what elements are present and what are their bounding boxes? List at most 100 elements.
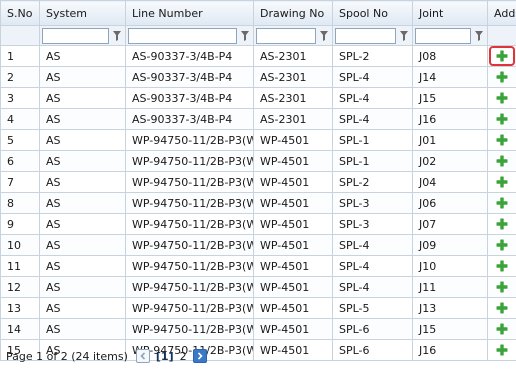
table-row[interactable]: 7ASWP-94750-11/2B-P3(WP)WP-4501SPL-2J04 <box>0 171 516 193</box>
cell-sno: 1 <box>0 45 40 67</box>
column-header-system[interactable]: System <box>39 0 126 26</box>
cell-drawing-no: AS-2301 <box>253 108 333 130</box>
column-header-joint[interactable]: Joint <box>412 0 488 26</box>
table-row[interactable]: 14ASWP-94750-11/2B-P3(WP)WP-4501SPL-6J15 <box>0 318 516 340</box>
table-row[interactable]: 5ASWP-94750-11/2B-P3(WP)WP-4501SPL-1J01 <box>0 129 516 151</box>
grid-body: 1 AS AS-90337-3/4B-P4 AS-2301 SPL-2 J08 2 AS AS-… <box>0 45 516 361</box>
cell-sno: 3 <box>0 87 40 109</box>
pager-summary: Page 1 of 2 (24 items) <box>6 349 128 363</box>
add-row-button[interactable] <box>492 89 512 107</box>
cell-line-number: AS-90337-3/4B-P4 <box>125 108 254 130</box>
cell-sno: 11 <box>0 255 40 277</box>
page-number-1[interactable]: [1] <box>156 350 174 363</box>
cell-system: AS <box>39 66 126 88</box>
cell-spool-no: SPL-1 <box>332 150 413 172</box>
filter-cell-spool-no <box>332 25 413 46</box>
column-header-line-number[interactable]: Line Number <box>125 0 254 26</box>
table-row[interactable]: 3 AS AS-90337-3/4B-P4 AS-2301 SPL-4 J15 <box>0 87 516 109</box>
chevron-right-icon <box>197 352 203 360</box>
next-page-button[interactable] <box>192 349 207 363</box>
cell-add <box>487 171 516 193</box>
page-number-2[interactable]: 2 <box>180 350 187 363</box>
table-row[interactable]: 11ASWP-94750-11/2B-P3(WP)WP-4501SPL-4J10 <box>0 255 516 277</box>
column-header-sno[interactable]: S.No <box>0 0 40 26</box>
cell-add <box>487 255 516 277</box>
add-row-button[interactable] <box>492 278 512 296</box>
cell-sno: 2 <box>0 66 40 88</box>
plus-icon <box>496 92 508 104</box>
filter-input-line-number[interactable] <box>128 27 237 44</box>
cell-joint: J09 <box>412 234 488 256</box>
cell-drawing-no: WP-4501 <box>253 129 333 151</box>
filter-icon[interactable] <box>111 29 123 43</box>
cell-drawing-no: WP-4501 <box>253 276 333 298</box>
cell-drawing-no: AS-2301 <box>253 87 333 109</box>
add-row-button[interactable] <box>492 194 512 212</box>
cell-drawing-no: WP-4501 <box>253 234 333 256</box>
cell-system: AS <box>39 150 126 172</box>
cell-system: AS <box>39 297 126 319</box>
add-row-button[interactable] <box>489 46 515 66</box>
table-row[interactable]: 9ASWP-94750-11/2B-P3(WP)WP-4501SPL-3J07 <box>0 213 516 235</box>
cell-line-number: WP-94750-11/2B-P3(WP) <box>125 318 254 340</box>
filter-icon[interactable] <box>239 29 251 43</box>
add-row-button[interactable] <box>492 152 512 170</box>
cell-spool-no: SPL-4 <box>332 66 413 88</box>
filter-input-drawing-no[interactable] <box>256 27 316 44</box>
add-row-button[interactable] <box>492 257 512 275</box>
cell-add <box>487 45 516 67</box>
cell-add <box>487 150 516 172</box>
cell-sno: 6 <box>0 150 40 172</box>
add-row-button[interactable] <box>492 131 512 149</box>
add-row-button[interactable] <box>492 299 512 317</box>
table-row[interactable]: 6ASWP-94750-11/2B-P3(WP)WP-4501SPL-1J02 <box>0 150 516 172</box>
filter-input-system[interactable] <box>42 27 109 44</box>
cell-system: AS <box>39 234 126 256</box>
filter-input-joint[interactable] <box>415 27 471 44</box>
cell-system: AS <box>39 171 126 193</box>
cell-spool-no: SPL-3 <box>332 192 413 214</box>
cell-add <box>487 87 516 109</box>
column-header-add: Add <box>487 0 516 26</box>
table-row[interactable]: 10ASWP-94750-11/2B-P3(WP)WP-4501SPL-4J09 <box>0 234 516 256</box>
add-row-button[interactable] <box>492 68 512 86</box>
column-header-drawing-no[interactable]: Drawing No <box>253 0 333 26</box>
table-row[interactable]: 13ASWP-94750-11/2B-P3(WP)WP-4501SPL-5J13 <box>0 297 516 319</box>
cell-drawing-no: WP-4501 <box>253 213 333 235</box>
table-row[interactable]: 4 AS AS-90337-3/4B-P4 AS-2301 SPL-4 J16 <box>0 108 516 130</box>
add-row-button[interactable] <box>492 173 512 191</box>
plus-icon <box>496 176 508 188</box>
plus-icon <box>496 239 508 251</box>
column-header-spool-no[interactable]: Spool No <box>332 0 413 26</box>
filter-input-spool-no[interactable] <box>335 27 396 44</box>
table-row[interactable]: 1 AS AS-90337-3/4B-P4 AS-2301 SPL-2 J08 <box>0 45 516 67</box>
cell-spool-no: SPL-4 <box>332 255 413 277</box>
cell-spool-no: SPL-4 <box>332 234 413 256</box>
add-row-button[interactable] <box>492 215 512 233</box>
cell-spool-no: SPL-1 <box>332 129 413 151</box>
cell-joint: J04 <box>412 171 488 193</box>
plus-icon <box>496 71 508 83</box>
cell-system: AS <box>39 213 126 235</box>
table-row[interactable]: 12ASWP-94750-11/2B-P3(WP)WP-4501SPL-4J11 <box>0 276 516 298</box>
add-row-button[interactable] <box>492 320 512 338</box>
filter-icon[interactable] <box>318 29 330 43</box>
plus-icon <box>496 197 508 209</box>
cell-spool-no: SPL-4 <box>332 87 413 109</box>
cell-joint: J10 <box>412 255 488 277</box>
table-row[interactable]: 2 AS AS-90337-3/4B-P4 AS-2301 SPL-4 J14 <box>0 66 516 88</box>
add-row-button[interactable] <box>492 236 512 254</box>
prev-page-button[interactable] <box>135 349 150 363</box>
cell-sno: 10 <box>0 234 40 256</box>
cell-add <box>487 192 516 214</box>
add-row-button[interactable] <box>492 110 512 128</box>
filter-cell-sno <box>0 25 40 46</box>
cell-add <box>487 276 516 298</box>
cell-system: AS <box>39 318 126 340</box>
cell-line-number: WP-94750-11/2B-P3(WP) <box>125 192 254 214</box>
filter-icon[interactable] <box>398 29 410 43</box>
filter-icon[interactable] <box>473 29 485 43</box>
table-row[interactable]: 8ASWP-94750-11/2B-P3(WP)WP-4501SPL-3J06 <box>0 192 516 214</box>
filter-cell-drawing-no <box>253 25 333 46</box>
cell-add <box>487 318 516 340</box>
